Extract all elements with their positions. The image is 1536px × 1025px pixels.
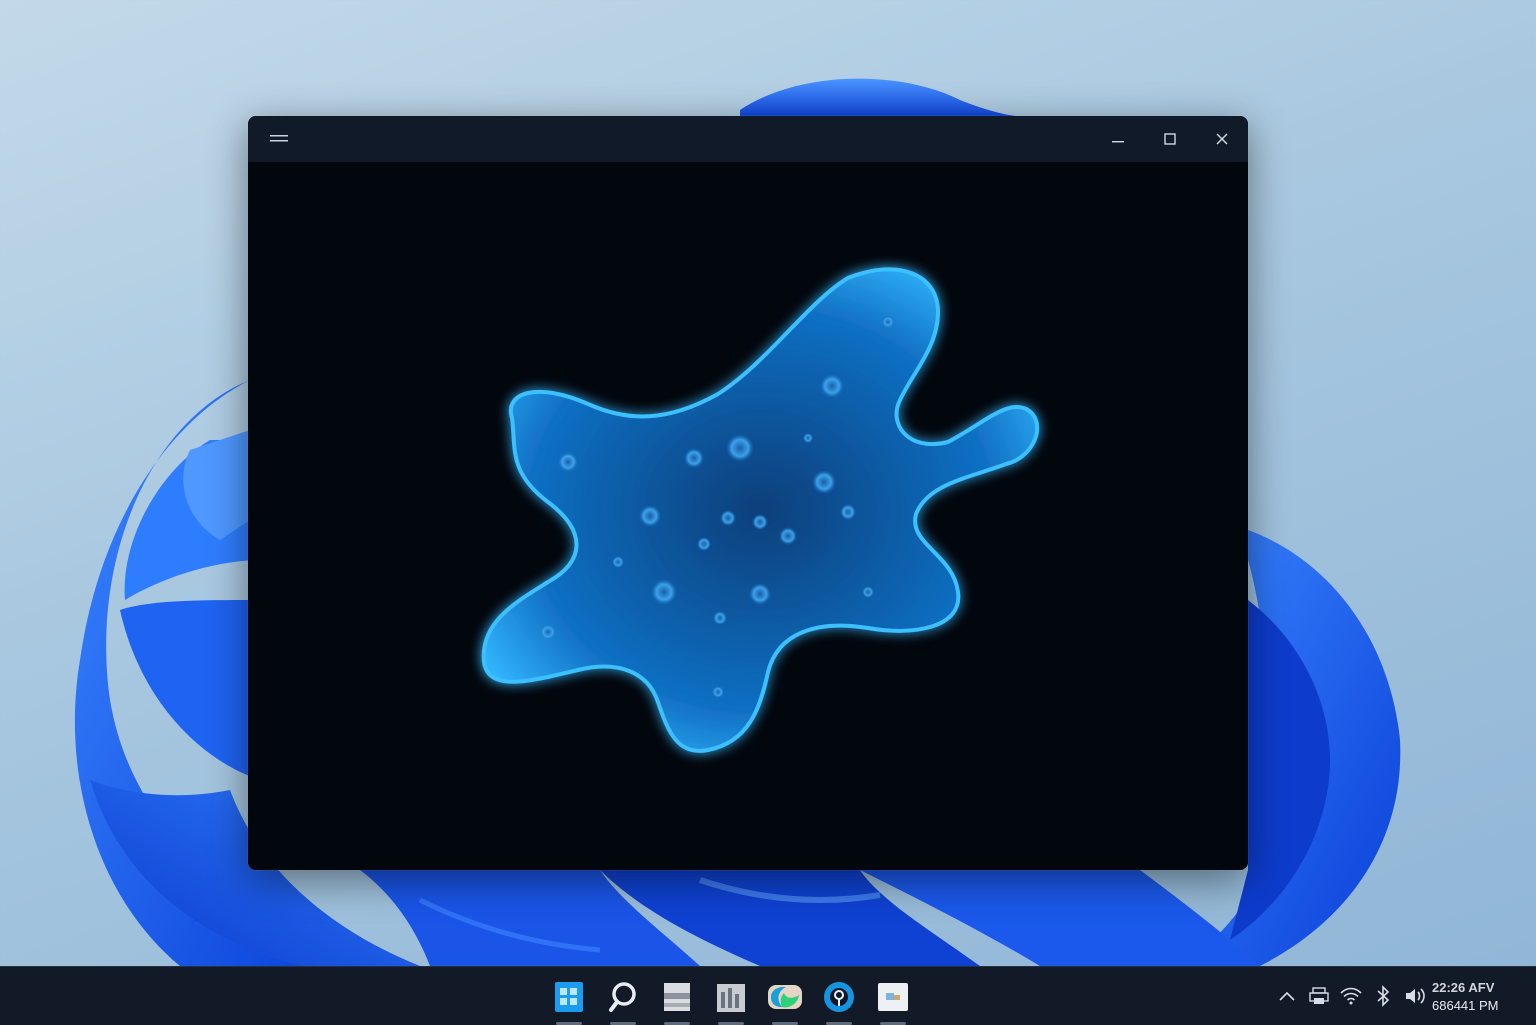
- media-app-button[interactable]: [818, 975, 860, 1025]
- document-icon: [717, 984, 745, 1012]
- search-icon: [609, 982, 636, 1012]
- minimize-icon: [1112, 141, 1124, 143]
- taskbar: 22:26 AFV 686441 PM: [0, 966, 1536, 1025]
- bluetooth-icon[interactable]: [1372, 985, 1394, 1007]
- window-content: [248, 162, 1248, 870]
- app-window: [248, 116, 1248, 870]
- clock-date: 686441 PM: [1432, 998, 1499, 1013]
- photos-app-button[interactable]: [872, 975, 914, 1025]
- taskbar-clock[interactable]: 22:26 AFV 686441 PM: [1432, 975, 1528, 1019]
- close-icon: [1216, 133, 1228, 145]
- start-button[interactable]: [548, 975, 590, 1025]
- taskbar-apps: [548, 975, 914, 1025]
- maximize-button[interactable]: [1144, 116, 1196, 162]
- document-app-button[interactable]: [710, 975, 752, 1025]
- media-app-icon: [824, 982, 854, 1012]
- search-button[interactable]: [602, 975, 644, 1025]
- hamburger-menu-icon[interactable]: [262, 124, 296, 154]
- wifi-icon[interactable]: [1340, 985, 1362, 1007]
- volume-icon[interactable]: [1404, 985, 1426, 1007]
- printer-icon[interactable]: [1308, 985, 1330, 1007]
- system-tray: [1276, 981, 1426, 1011]
- maximize-icon: [1164, 133, 1176, 145]
- file-explorer-button[interactable]: [656, 975, 698, 1025]
- clock-time: 22:26 AFV: [1432, 980, 1495, 995]
- windows-start-icon: [555, 982, 583, 1012]
- edge-browser-button[interactable]: [764, 975, 806, 1025]
- window-titlebar[interactable]: [248, 116, 1248, 162]
- edge-browser-icon: [768, 985, 802, 1009]
- minimize-button[interactable]: [1092, 116, 1144, 162]
- chevron-up-icon[interactable]: [1276, 985, 1298, 1007]
- file-explorer-icon: [664, 983, 690, 1011]
- window-caption-buttons: [1092, 116, 1248, 162]
- cell-image: [481, 267, 1040, 753]
- close-button[interactable]: [1196, 116, 1248, 162]
- photos-icon: [878, 983, 908, 1011]
